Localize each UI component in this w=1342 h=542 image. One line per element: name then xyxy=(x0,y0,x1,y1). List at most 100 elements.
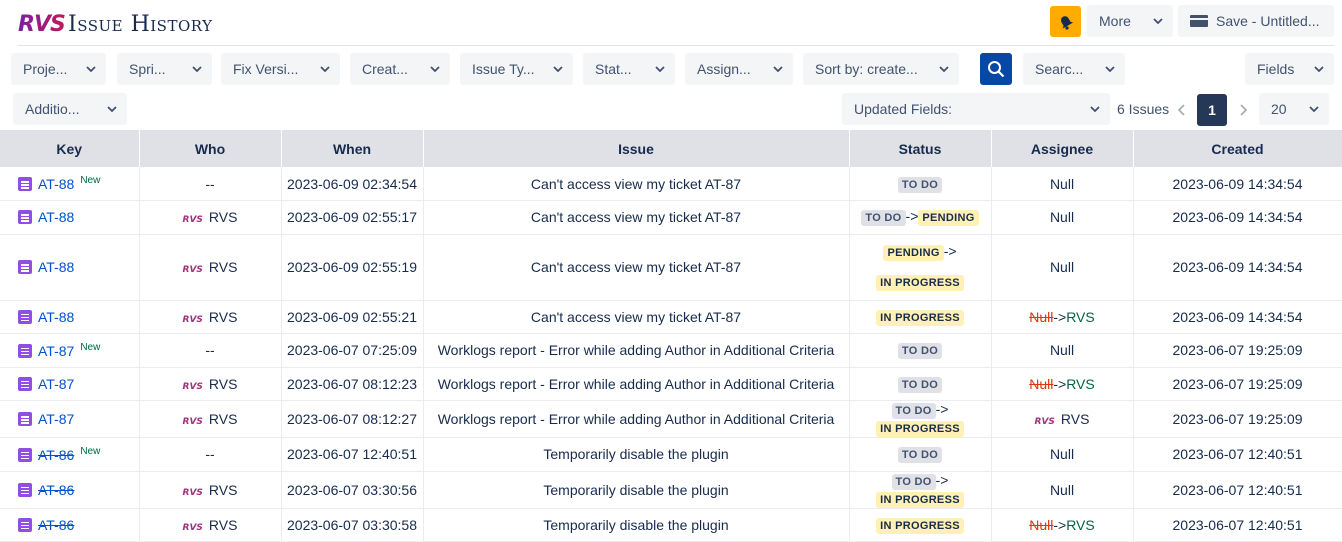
updated-fields-select[interactable]: Updated Fields: xyxy=(842,93,1110,125)
assignee-new: RVS xyxy=(1066,308,1095,325)
status-lozenge: TO DO xyxy=(897,447,943,464)
table-row: AT-86 New -- 2023-06-07 12:40:51 Temporarily… xyxy=(0,437,1342,472)
page-size-select[interactable]: 20 xyxy=(1259,93,1329,125)
created-cell: 2023-06-09 14:34:54 xyxy=(1133,300,1342,334)
status-lozenge: TO DO xyxy=(861,210,906,227)
rvs-user-icon: RVS xyxy=(182,265,203,275)
new-badge: New xyxy=(80,445,101,457)
assignee-filter[interactable]: Assign... xyxy=(685,53,793,85)
chevron-down-icon xyxy=(1314,66,1324,72)
more-button[interactable]: More xyxy=(1087,5,1173,37)
when-cell: 2023-06-09 02:55:17 xyxy=(281,200,424,235)
status-lozenge: IN PROGRESS xyxy=(876,275,964,291)
rvs-user-icon: RVS xyxy=(182,417,203,427)
column-header[interactable]: Status xyxy=(849,130,992,167)
who-name: RVS xyxy=(208,259,238,275)
assignee-old: Null xyxy=(1029,308,1054,325)
issue-key-link[interactable]: AT-86 xyxy=(38,447,74,463)
save-icon xyxy=(1190,15,1208,27)
assignee-name: RVS xyxy=(1060,411,1090,427)
assignee-cell: Null xyxy=(991,437,1134,472)
column-header[interactable]: Assignee xyxy=(991,130,1134,167)
created-cell: 2023-06-09 14:34:54 xyxy=(1133,167,1342,201)
search-dropdown[interactable]: Searc... xyxy=(1023,53,1125,85)
chevron-right-icon xyxy=(1240,104,1247,116)
issue-type-filter[interactable]: Issue Ty... xyxy=(460,53,573,85)
issue-key-link[interactable]: AT-88 xyxy=(38,176,74,192)
search-button[interactable] xyxy=(980,53,1012,85)
sort-dropdown[interactable]: Sort by: create... xyxy=(803,53,959,85)
issue-key-link[interactable]: AT-88 xyxy=(38,259,74,275)
assignee-cell: Null xyxy=(991,234,1134,301)
issue-key-link[interactable]: AT-86 xyxy=(38,517,74,533)
issue-type-icon xyxy=(18,517,32,532)
next-page-button[interactable] xyxy=(1233,94,1253,126)
who-name: RVS xyxy=(208,375,238,392)
issue-key-link[interactable]: AT-88 xyxy=(38,209,74,225)
column-header[interactable]: Who xyxy=(139,130,282,167)
arrow: -> xyxy=(1053,375,1067,392)
when-cell: 2023-06-07 08:12:27 xyxy=(281,400,424,438)
chevron-down-icon xyxy=(939,66,949,72)
who-name: RVS xyxy=(208,516,238,533)
prev-page-button[interactable] xyxy=(1172,94,1192,126)
who-cell: -- xyxy=(139,333,282,368)
column-header[interactable]: When xyxy=(281,130,424,167)
table-row: AT-88 RVS RVS 2023-06-09 02:55:17 Can't acce… xyxy=(0,200,1342,235)
status-lozenge: TO DO xyxy=(897,343,943,360)
status-lozenge: TO DO xyxy=(891,473,936,490)
sprint-filter[interactable]: Spri... xyxy=(117,53,212,85)
status-lozenge: IN PROGRESS xyxy=(876,491,964,508)
issue-summary: Can't access view my ticket AT-87 xyxy=(423,200,850,235)
created-cell: 2023-06-07 12:40:51 xyxy=(1133,508,1342,542)
project-filter[interactable]: Proje... xyxy=(11,53,106,85)
status-filter[interactable]: Stat... xyxy=(583,53,675,85)
created-cell: 2023-06-09 14:34:54 xyxy=(1133,234,1342,301)
issue-summary: Can't access view my ticket AT-87 xyxy=(423,167,850,201)
when-cell: 2023-06-07 12:40:51 xyxy=(281,437,424,472)
arrow: -> xyxy=(935,471,949,488)
column-header[interactable]: Key xyxy=(0,130,140,167)
history-table: Key Who When Issue Status Assignee Created AT-… xyxy=(0,130,1342,542)
issue-key-link[interactable]: AT-86 xyxy=(38,482,74,498)
chevron-down-icon xyxy=(1309,106,1319,112)
notification-bell-button[interactable] xyxy=(1050,6,1081,37)
issue-type-icon xyxy=(18,309,32,324)
issue-key-link[interactable]: AT-87 xyxy=(38,376,74,392)
assignee-cell: Null xyxy=(991,471,1134,509)
assignee-cell: Null xyxy=(991,333,1134,368)
issue-key-link[interactable]: AT-88 xyxy=(38,309,74,325)
assignee-new: RVS xyxy=(1066,516,1095,533)
save-button[interactable]: Save - Untitled... xyxy=(1178,5,1334,37)
rvs-user-icon: RVS xyxy=(182,381,203,392)
column-header[interactable]: Created xyxy=(1133,130,1342,167)
assignee-new: RVS xyxy=(1066,375,1095,392)
issues-count: 6 Issues xyxy=(1117,101,1170,117)
fields-dropdown[interactable]: Fields xyxy=(1245,53,1334,85)
when-cell: 2023-06-09 02:55:21 xyxy=(281,300,424,334)
issue-type-icon xyxy=(18,412,32,426)
issue-type-icon xyxy=(18,210,32,225)
assignee-old: Null xyxy=(1029,516,1054,533)
arrow: -> xyxy=(905,208,919,225)
new-badge: New xyxy=(80,341,101,353)
table-row: AT-87 New -- 2023-06-07 07:25:09 Worklogs re… xyxy=(0,333,1342,368)
issue-key-link[interactable]: AT-87 xyxy=(38,343,74,359)
current-page-button[interactable]: 1 xyxy=(1197,94,1227,126)
created-filter[interactable]: Creat... xyxy=(350,53,450,85)
additional-filter[interactable]: Additio... xyxy=(13,93,127,125)
when-cell: 2023-06-07 03:30:58 xyxy=(281,508,424,542)
column-header[interactable]: Issue xyxy=(423,130,850,167)
rvs-user-icon: RVS xyxy=(182,314,203,325)
status-lozenge: IN PROGRESS xyxy=(876,421,964,437)
when-cell: 2023-06-07 03:30:56 xyxy=(281,471,424,509)
rvs-user-icon: RVS xyxy=(182,215,203,226)
chevron-left-icon xyxy=(1178,104,1185,116)
issue-type-icon xyxy=(18,482,32,497)
issue-key-link[interactable]: AT-87 xyxy=(38,411,74,427)
fix-version-filter[interactable]: Fix Versi... xyxy=(221,53,340,85)
who-name: RVS xyxy=(208,481,238,498)
issue-summary: Can't access view my ticket AT-87 xyxy=(423,234,850,301)
arrow: -> xyxy=(1053,308,1067,325)
status-lozenge: TO DO xyxy=(897,176,943,193)
